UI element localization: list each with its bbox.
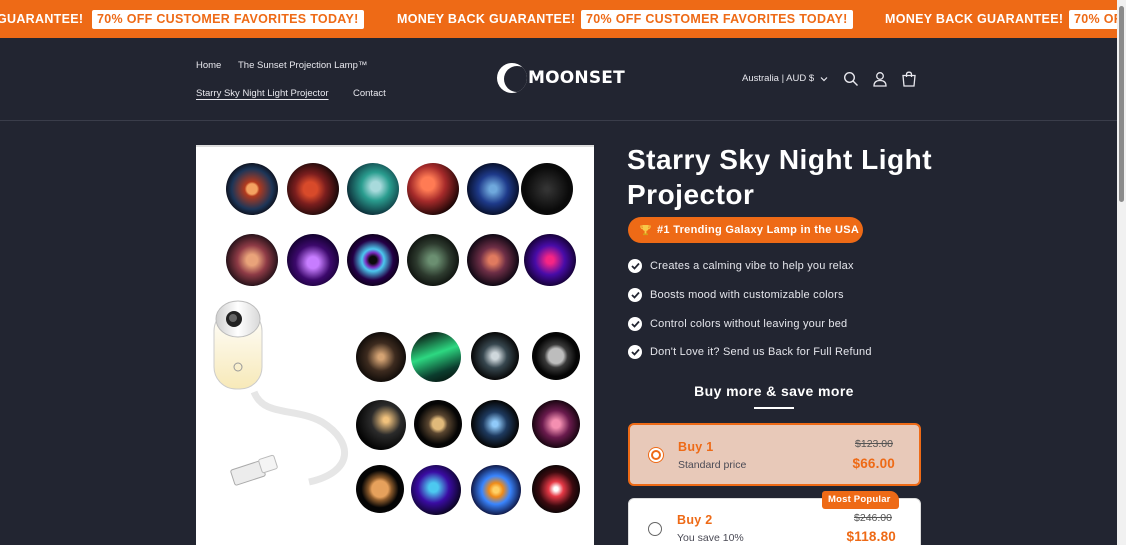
starburst-slide-icon	[532, 465, 580, 513]
account-icon[interactable]	[872, 71, 888, 87]
nebula-slide-icon	[407, 163, 459, 215]
benefit-text: Don't Love it? Send us Back for Full Ref…	[650, 346, 872, 358]
announcement-pill: 70% OF	[1069, 10, 1117, 29]
benefit-item: Creates a calming vibe to help you relax	[628, 259, 854, 273]
option-price: $66.00	[852, 456, 895, 471]
announcement-text: MONEY BACK GUARANTEE!	[885, 12, 1064, 26]
bundle-option-buy-1[interactable]: Buy 1 Standard price $123.00 $66.00	[628, 423, 921, 486]
benefit-text: Control colors without leaving your bed	[650, 318, 848, 330]
nebula-slide-icon	[524, 234, 576, 286]
option-name: Buy 1	[678, 440, 714, 454]
logo-text: MOONSET	[528, 68, 625, 88]
moon-logo-icon	[497, 63, 527, 93]
saturn-slide-icon	[414, 400, 462, 448]
locale-selector[interactable]: Australia | AUD $	[742, 73, 828, 84]
nebula-slide-icon	[226, 234, 278, 286]
cart-icon[interactable]	[901, 71, 917, 87]
bundle-heading: Buy more & save more	[694, 383, 854, 399]
trophy-icon	[640, 225, 651, 236]
option-compare-price: $246.00	[854, 512, 892, 524]
benefit-item: Control colors without leaving your bed	[628, 317, 847, 331]
announcement-pill: 70% OFF CUSTOMER FAVORITES TODAY!	[92, 10, 364, 29]
spiral-galaxy-slide-icon	[471, 465, 521, 515]
chevron-down-icon	[820, 76, 828, 81]
benefit-item: Don't Love it? Send us Back for Full Ref…	[628, 345, 872, 359]
announcement-text: MONEY BACK GUARANTEE!	[397, 12, 576, 26]
search-icon[interactable]	[843, 71, 859, 87]
nav-sunset-lamp[interactable]: The Sunset Projection Lamp™	[238, 60, 367, 71]
site-logo[interactable]: MOONSET	[497, 61, 625, 95]
benefit-text: Boosts mood with customizable colors	[650, 289, 844, 301]
scrollbar-thumb[interactable]	[1119, 6, 1124, 202]
check-circle-icon	[628, 288, 642, 302]
nebula-slide-icon	[287, 234, 339, 286]
moon-slide-icon	[532, 332, 580, 380]
nav-home[interactable]: Home	[196, 60, 221, 71]
astronaut-slide-icon	[471, 332, 519, 380]
eye-nebula-slide-icon	[347, 234, 399, 286]
locale-label: Australia | AUD $	[742, 73, 815, 84]
nebula-slide-icon	[347, 163, 399, 215]
projector-lamp-icon	[213, 300, 349, 486]
trending-badge: #1 Trending Galaxy Lamp in the USA	[628, 217, 863, 243]
check-circle-icon	[628, 259, 642, 273]
announcement-text: GUARANTEE!	[0, 12, 84, 26]
check-circle-icon	[628, 317, 642, 331]
product-image[interactable]	[196, 145, 594, 545]
galaxy-slide-icon	[467, 234, 519, 286]
announcement-pill: 70% OFF CUSTOMER FAVORITES TODAY!	[581, 10, 853, 29]
benefit-text: Creates a calming vibe to help you relax	[650, 260, 854, 272]
dark-space-slide-icon	[521, 163, 573, 215]
trending-text: #1 Trending Galaxy Lamp in the USA	[657, 224, 860, 236]
site-header: Home The Sunset Projection Lamp™ Starry …	[0, 38, 1117, 121]
radio-selected-icon[interactable]	[649, 448, 663, 462]
astronaut-slide-icon	[407, 234, 459, 286]
aurora-slide-icon	[411, 332, 461, 382]
nebula-slide-icon	[411, 465, 461, 515]
check-circle-icon	[628, 345, 642, 359]
radio-unselected-icon[interactable]	[648, 522, 662, 536]
nebula-slide-icon	[287, 163, 339, 215]
option-price: $118.80	[846, 529, 896, 544]
option-name: Buy 2	[677, 513, 713, 527]
option-compare-price: $123.00	[855, 438, 893, 450]
benefit-item: Boosts mood with customizable colors	[628, 288, 844, 302]
planet-slide-icon	[471, 400, 519, 448]
nav-contact[interactable]: Contact	[353, 88, 386, 99]
nebula-slide-icon	[532, 400, 580, 448]
most-popular-badge: Most Popular	[822, 491, 899, 509]
galaxy-slide-icon	[226, 163, 278, 215]
option-subtext: Standard price	[678, 459, 747, 471]
starfield-slide-icon	[467, 163, 519, 215]
product-title: Starry Sky Night Light Projector	[627, 144, 933, 210]
bundle-heading-underline	[754, 407, 794, 409]
announcement-bar: GUARANTEE! 70% OFF CUSTOMER FAVORITES TO…	[0, 0, 1117, 38]
option-subtext: You save 10%	[677, 532, 744, 544]
nav-starry-sky[interactable]: Starry Sky Night Light Projector	[196, 88, 329, 99]
